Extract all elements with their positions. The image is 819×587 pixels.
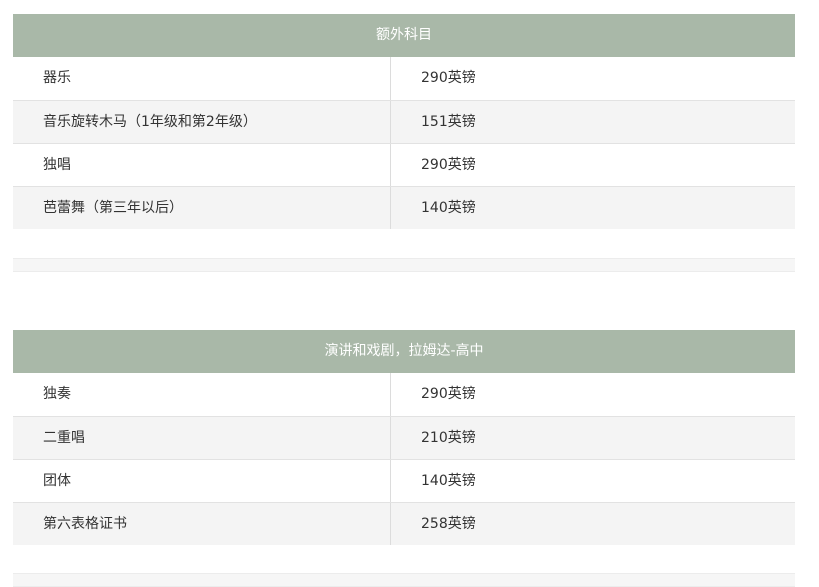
- table-row: 音乐旋转木马（1年级和第2年级） 151英镑: [13, 100, 795, 143]
- subject-name: 音乐旋转木马（1年级和第2年级）: [13, 101, 391, 143]
- subject-price: 140英镑: [421, 200, 476, 216]
- speech-drama-table: 演讲和戏剧，拉姆达-高中 独奏 290英镑 二重唱 210英镑 团体 140英镑…: [13, 330, 795, 545]
- table-row: 二重唱 210英镑: [13, 416, 795, 459]
- table-row: 器乐 290英镑: [13, 57, 795, 100]
- subject-price: 210英镑: [421, 430, 476, 446]
- subject-price: 290英镑: [421, 386, 476, 402]
- subject-price: 151英镑: [421, 114, 476, 130]
- subject-name: 独唱: [13, 144, 391, 186]
- subject-name: 团体: [13, 460, 391, 502]
- table-row: 芭蕾舞（第三年以后） 140英镑: [13, 186, 795, 229]
- table-title: 演讲和戏剧，拉姆达-高中: [13, 330, 795, 373]
- subject-name: 器乐: [13, 57, 391, 100]
- table-row: 独奏 290英镑: [13, 373, 795, 416]
- table-row: 第六表格证书 258英镑: [13, 502, 795, 545]
- divider-band: [13, 573, 795, 587]
- subject-price: 140英镑: [421, 473, 476, 489]
- divider-band: [13, 258, 795, 272]
- extra-subjects-table: 额外科目 器乐 290英镑 音乐旋转木马（1年级和第2年级） 151英镑 独唱 …: [13, 14, 795, 229]
- subject-name: 独奏: [13, 373, 391, 416]
- table-row: 独唱 290英镑: [13, 143, 795, 186]
- subject-price: 290英镑: [421, 157, 476, 173]
- subject-name: 二重唱: [13, 417, 391, 459]
- subject-name: 第六表格证书: [13, 503, 391, 545]
- table-title: 额外科目: [13, 14, 795, 57]
- table-row: 团体 140英镑: [13, 459, 795, 502]
- subject-price: 290英镑: [421, 70, 476, 86]
- subject-name: 芭蕾舞（第三年以后）: [13, 187, 391, 229]
- subject-price: 258英镑: [421, 516, 476, 532]
